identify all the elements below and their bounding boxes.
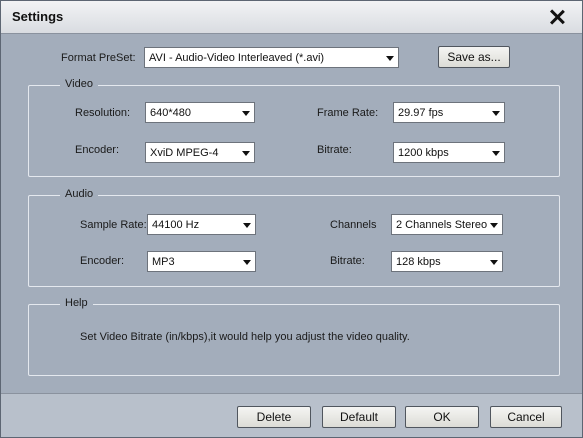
audio-bitrate-value: 128 kbps xyxy=(396,256,441,268)
video-encoder-select[interactable]: XviD MPEG-4 xyxy=(145,142,255,163)
save-as-button[interactable]: Save as... xyxy=(438,46,510,68)
video-encoder-label: Encoder: xyxy=(75,144,120,156)
chevron-down-icon xyxy=(243,260,251,265)
video-bitrate-label: Bitrate: xyxy=(317,144,352,156)
channels-label: Channels xyxy=(330,219,377,231)
chevron-down-icon xyxy=(492,151,500,156)
resolution-select[interactable]: 640*480 xyxy=(145,102,255,123)
audio-encoder-select[interactable]: MP3 xyxy=(147,251,256,272)
audio-group-title: Audio xyxy=(60,188,99,200)
frame-rate-select[interactable]: 29.97 fps xyxy=(393,102,505,123)
video-group: Video xyxy=(28,78,560,177)
audio-bitrate-label: Bitrate: xyxy=(330,255,365,267)
audio-encoder-value: MP3 xyxy=(152,256,175,268)
default-button[interactable]: Default xyxy=(322,406,396,428)
close-icon[interactable] xyxy=(549,9,565,25)
chevron-down-icon xyxy=(490,223,498,228)
format-preset-value: AVI - Audio-Video Interleaved (*.avi) xyxy=(149,52,325,64)
audio-group: Audio xyxy=(28,188,560,287)
sample-rate-value: 44100 Hz xyxy=(152,219,200,231)
frame-rate-label: Frame Rate: xyxy=(317,107,379,119)
format-preset-select[interactable]: AVI - Audio-Video Interleaved (*.avi) xyxy=(144,47,399,68)
chevron-down-icon xyxy=(490,260,498,265)
video-bitrate-select[interactable]: 1200 kbps xyxy=(393,142,505,163)
video-encoder-value: XviD MPEG-4 xyxy=(150,147,219,159)
channels-value: 2 Channels Stereo xyxy=(396,219,488,231)
resolution-value: 640*480 xyxy=(150,107,191,119)
chevron-down-icon xyxy=(242,111,250,116)
help-text: Set Video Bitrate (in/kbps),it would hel… xyxy=(80,331,410,343)
video-group-title: Video xyxy=(60,78,98,90)
chevron-down-icon xyxy=(242,151,250,156)
button-bar: Delete Default OK Cancel xyxy=(1,393,582,437)
channels-select[interactable]: 2 Channels Stereo xyxy=(391,214,503,235)
format-preset-label: Format PreSet: xyxy=(61,52,136,64)
frame-rate-value: 29.97 fps xyxy=(398,107,444,119)
audio-bitrate-select[interactable]: 128 kbps xyxy=(391,251,503,272)
resolution-label: Resolution: xyxy=(75,107,131,119)
help-group-title: Help xyxy=(60,297,93,309)
chevron-down-icon xyxy=(243,223,251,228)
chevron-down-icon xyxy=(492,111,500,116)
delete-button[interactable]: Delete xyxy=(237,406,311,428)
sample-rate-label: Sample Rate: xyxy=(80,219,147,231)
video-bitrate-value: 1200 kbps xyxy=(398,147,449,159)
chevron-down-icon xyxy=(386,56,394,61)
settings-dialog: Settings Format PreSet: AVI - Audio-Vide… xyxy=(0,0,583,438)
cancel-button[interactable]: Cancel xyxy=(490,406,562,428)
ok-button[interactable]: OK xyxy=(405,406,479,428)
title-bar: Settings xyxy=(1,1,582,34)
window-title: Settings xyxy=(12,9,64,24)
sample-rate-select[interactable]: 44100 Hz xyxy=(147,214,256,235)
audio-encoder-label: Encoder: xyxy=(80,255,125,267)
